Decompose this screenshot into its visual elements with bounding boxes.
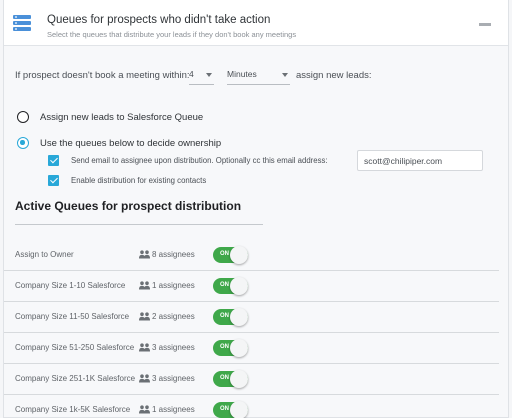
toggle-knob: [230, 370, 248, 388]
queue-toggle[interactable]: ON: [213, 370, 248, 388]
timeout-suffix-label: assign new leads:: [296, 70, 372, 81]
section-title: Queues for prospects who didn't take act…: [47, 14, 271, 26]
queue-name: Company Size 11-50 Salesforce: [15, 312, 130, 321]
queue-row: Company Size 1-10 Salesforce 1 assignees O…: [4, 271, 499, 302]
assignee-count: 1 assignees: [152, 281, 195, 290]
queue-name: Company Size 251-1K Salesforce: [15, 374, 136, 383]
people-icon: [139, 281, 150, 290]
queue-row: Assign to Owner 8 assignees ON: [4, 240, 499, 271]
existing-contacts-label: Enable distribution for existing contact…: [71, 176, 207, 185]
existing-contacts-checkbox[interactable]: [48, 175, 59, 186]
assignee-count: 1 assignees: [152, 405, 195, 414]
queues-panel: Queues for prospects who didn't take act…: [3, 0, 509, 418]
use-queues-radio[interactable]: [17, 137, 29, 149]
timeout-unit-select[interactable]: Minutes: [227, 67, 290, 85]
toggle-knob: [230, 308, 248, 326]
queue-toggle[interactable]: ON: [213, 246, 248, 264]
collapse-icon[interactable]: [479, 23, 491, 26]
queue-name: Company Size 1-10 Salesforce: [15, 281, 126, 290]
queue-row: Company Size 51-250 Salesforce 3 assignee…: [4, 333, 499, 364]
people-icon: [139, 312, 150, 321]
section-subtitle: Select the queues that distribute your l…: [47, 30, 297, 39]
toggle-on-label: ON: [220, 251, 229, 257]
toggle-on-label: ON: [220, 282, 229, 288]
cc-email-input[interactable]: [357, 150, 483, 171]
assign-salesforce-radio[interactable]: [17, 111, 29, 123]
people-icon: [139, 405, 150, 414]
queue-toggle[interactable]: ON: [213, 339, 248, 357]
toggle-on-label: ON: [220, 344, 229, 350]
timeout-amount-select[interactable]: 4: [189, 67, 214, 85]
send-email-checkbox[interactable]: [48, 155, 59, 166]
people-icon: [139, 374, 150, 383]
chevron-down-icon: [206, 73, 212, 77]
queue-toggle[interactable]: ON: [213, 277, 248, 295]
toggle-knob: [230, 339, 248, 357]
server-stack-icon: [13, 15, 31, 31]
toggle-knob: [230, 277, 248, 295]
queue-name: Assign to Owner: [15, 250, 74, 259]
timeout-unit-value: Minutes: [227, 69, 257, 79]
toggle-on-label: ON: [220, 313, 229, 319]
timeout-amount-value: 4: [189, 69, 194, 79]
toggle-knob: [230, 401, 248, 418]
toggle-on-label: ON: [220, 406, 229, 412]
assign-salesforce-label: Assign new leads to Salesforce Queue: [40, 112, 204, 123]
divider: [15, 224, 263, 225]
people-icon: [139, 250, 150, 259]
queue-toggle[interactable]: ON: [213, 308, 248, 326]
timeout-row: If prospect doesn't book a meeting withi…: [15, 70, 372, 81]
active-queues-title: Active Queues for prospect distribution: [15, 199, 242, 213]
queue-row: Company Size 1k-5K Salesforce 1 assignees…: [4, 395, 499, 418]
toggle-knob: [230, 246, 248, 264]
assignee-count: 3 assignees: [152, 374, 195, 383]
people-icon: [139, 343, 150, 352]
queue-name: Company Size 1k-5K Salesforce: [15, 405, 131, 414]
send-email-label: Send email to assignee upon distribution…: [71, 156, 328, 165]
queue-toggle[interactable]: ON: [213, 401, 248, 418]
use-queues-label: Use the queues below to decide ownership: [40, 138, 222, 149]
chevron-down-icon: [282, 73, 288, 77]
timeout-prefix-label: If prospect doesn't book a meeting withi…: [15, 70, 190, 81]
queue-row: Company Size 251-1K Salesforce 3 assignee…: [4, 364, 499, 395]
toggle-on-label: ON: [220, 375, 229, 381]
assignee-count: 2 assignees: [152, 312, 195, 321]
queue-row: Company Size 11-50 Salesforce 2 assignees…: [4, 302, 499, 333]
section-header[interactable]: Queues for prospects who didn't take act…: [4, 0, 508, 46]
queue-name: Company Size 51-250 Salesforce: [15, 343, 135, 352]
assignee-count: 3 assignees: [152, 343, 195, 352]
assignee-count: 8 assignees: [152, 250, 195, 259]
